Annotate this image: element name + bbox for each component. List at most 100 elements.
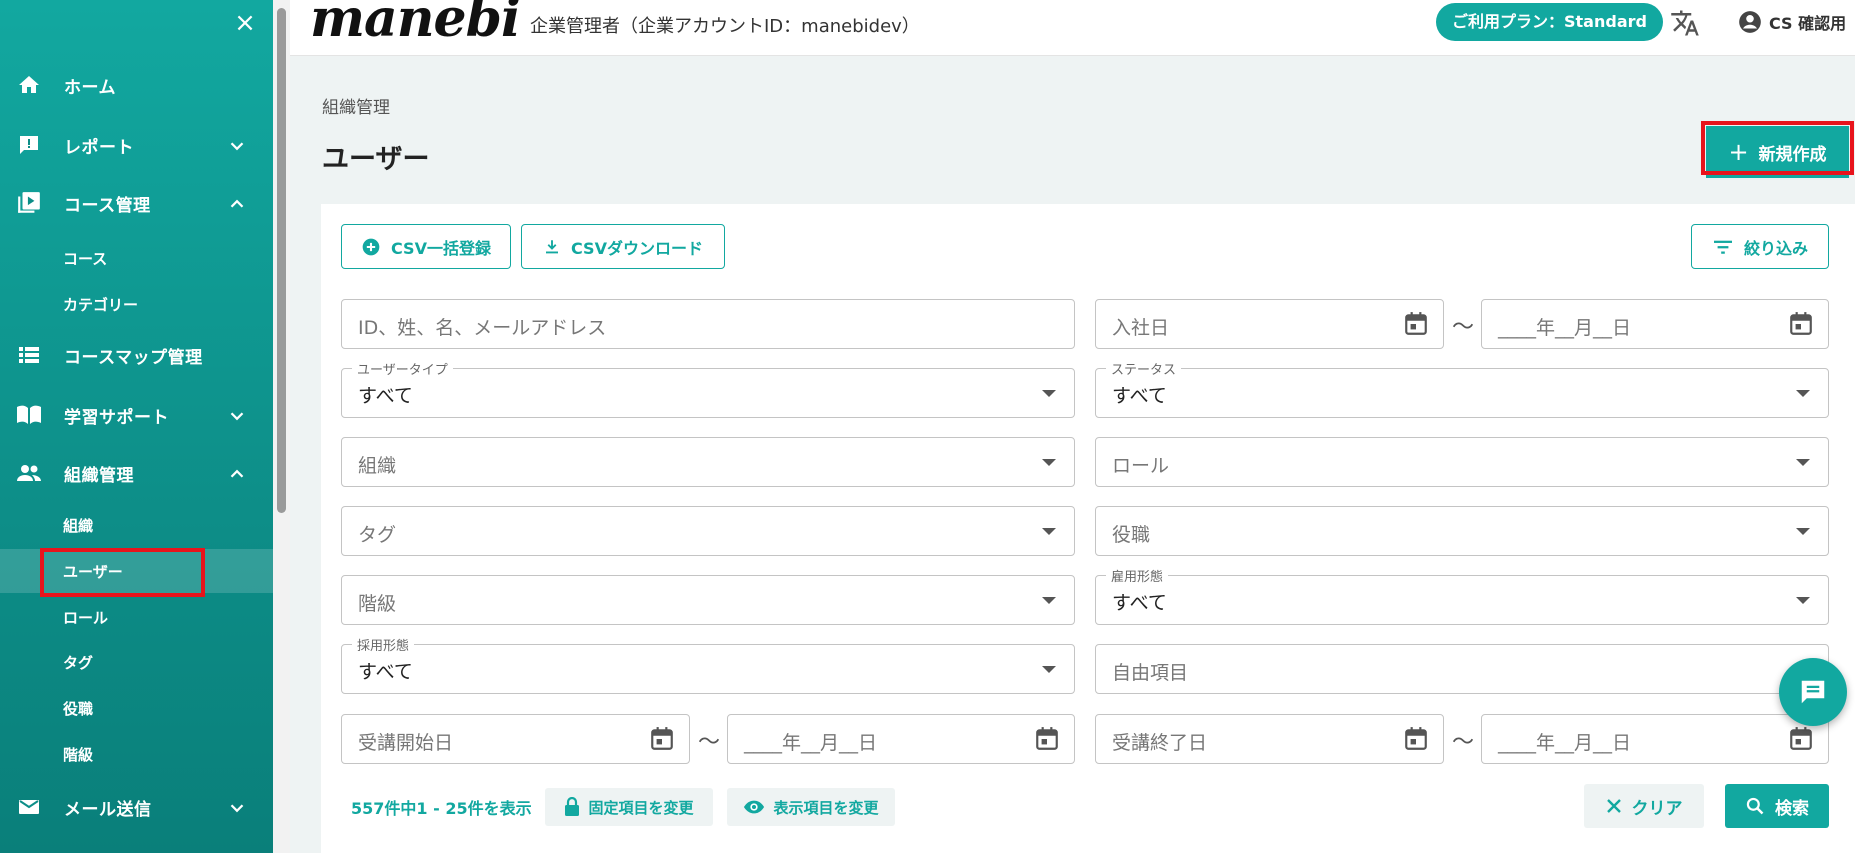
chevron-down-icon xyxy=(230,412,244,421)
role-placeholder: ロール xyxy=(1112,455,1170,477)
hire-date-to-field[interactable]: ____年__月__日 xyxy=(1481,299,1829,349)
account-circle-icon xyxy=(1739,11,1761,33)
calendar-icon[interactable] xyxy=(1034,726,1060,752)
course-end-placeholder: 受講終了日 xyxy=(1112,732,1208,754)
range-tilde: ～ xyxy=(1452,730,1475,755)
rank-select[interactable]: 階級 xyxy=(341,575,1075,625)
sidebar-item-course-management[interactable]: コース管理 xyxy=(0,178,273,228)
sidebar-item-learning-support[interactable]: 学習サポート xyxy=(0,390,273,440)
hire-date-from-field[interactable]: 入社日 xyxy=(1095,299,1444,349)
organization-placeholder: 組織 xyxy=(358,455,397,477)
fixed-columns-label: 固定項目を変更 xyxy=(588,798,694,817)
dropdown-arrow-icon xyxy=(1042,666,1056,673)
chevron-up-icon xyxy=(230,199,244,208)
filter-button[interactable]: 絞り込み xyxy=(1691,224,1829,269)
organization-select[interactable]: 組織 xyxy=(341,437,1075,487)
mail-icon xyxy=(14,794,44,820)
user-type-value: すべて xyxy=(358,385,413,407)
chat-button[interactable] xyxy=(1779,658,1847,726)
csv-download-button[interactable]: CSVダウンロード xyxy=(521,224,725,269)
dropdown-arrow-icon xyxy=(1796,597,1810,604)
chevron-down-icon xyxy=(230,142,244,151)
hire-date-placeholder: 入社日 xyxy=(1112,317,1170,339)
close-icon[interactable]: × xyxy=(230,8,260,38)
dropdown-arrow-icon xyxy=(1796,390,1810,397)
tag-placeholder: タグ xyxy=(358,524,397,546)
sidebar-subitem-category[interactable]: カテゴリー xyxy=(0,282,273,326)
course-end-to-field[interactable]: ____年__月__日 xyxy=(1481,714,1829,764)
sidebar-item-organization[interactable]: 組織管理 xyxy=(0,448,273,498)
fixed-columns-button[interactable]: 固定項目を変更 xyxy=(545,788,713,826)
dropdown-arrow-icon xyxy=(1042,597,1056,604)
sidebar-item-label: レポート xyxy=(64,137,134,158)
translate-icon[interactable] xyxy=(1670,8,1700,38)
course-start-from-field[interactable]: 受講開始日 xyxy=(341,714,690,764)
date-placeholder: ____年__月__日 xyxy=(1498,317,1632,339)
sidebar-item-report[interactable]: レポート xyxy=(0,120,273,170)
employment-type-select[interactable]: 雇用形態 すべて xyxy=(1095,566,1829,625)
rank-placeholder: 階級 xyxy=(358,593,397,615)
chat-icon xyxy=(1801,680,1825,704)
clear-button[interactable]: クリア xyxy=(1584,784,1704,828)
course-start-to-field[interactable]: ____年__月__日 xyxy=(727,714,1075,764)
sidebar-item-home[interactable]: ホーム xyxy=(0,60,273,110)
course-end-from-field[interactable]: 受講終了日 xyxy=(1095,714,1444,764)
dropdown-arrow-icon xyxy=(1042,390,1056,397)
search-button[interactable]: 検索 xyxy=(1725,784,1829,828)
user-type-select[interactable]: ユーザータイプ すべて xyxy=(341,359,1075,418)
sidebar-subitem-user[interactable]: ユーザー xyxy=(0,548,273,597)
sidebar-subitem-tag[interactable]: タグ xyxy=(0,640,273,684)
sidebar-subitem-course[interactable]: コース xyxy=(0,236,273,280)
csv-download-label: CSVダウンロード xyxy=(571,238,703,258)
breadcrumb[interactable]: 組織管理 xyxy=(322,93,390,118)
role-select[interactable]: ロール xyxy=(1095,437,1829,487)
book-icon xyxy=(14,402,44,428)
range-tilde: ～ xyxy=(698,730,721,755)
position-placeholder: 役職 xyxy=(1112,524,1151,546)
tag-select[interactable]: タグ xyxy=(341,506,1075,556)
report-icon xyxy=(14,132,44,158)
sidebar-item-label: コースマップ管理 xyxy=(64,347,203,368)
company-label: 企業管理者（企業アカウントID：manebidev） xyxy=(530,16,920,37)
date-placeholder: ____年__月__日 xyxy=(744,732,878,754)
display-columns-button[interactable]: 表示項目を変更 xyxy=(727,788,895,826)
sidebar-item-course-map[interactable]: コースマップ管理 xyxy=(0,330,273,380)
new-button[interactable]: + 新規作成 xyxy=(1701,121,1854,178)
range-tilde: ～ xyxy=(1452,315,1475,340)
calendar-icon[interactable] xyxy=(1788,726,1814,752)
free-field-input[interactable]: 自由項目 xyxy=(1095,644,1829,694)
sidebar-subitem-org[interactable]: 組織 xyxy=(0,503,273,547)
csv-import-button[interactable]: CSV一括登録 xyxy=(341,224,511,269)
hiring-type-label: 採用形態 xyxy=(352,635,415,654)
calendar-icon[interactable] xyxy=(1403,726,1429,752)
search-input[interactable]: ID、姓、名、メールアドレス xyxy=(341,299,1075,349)
sidebar-item-label: メール送信 xyxy=(64,799,152,820)
chevron-up-icon xyxy=(230,469,244,478)
sidebar-item-label: コース管理 xyxy=(64,195,151,216)
plan-badge[interactable]: ご利用プラン：Standard xyxy=(1436,3,1663,41)
sidebar-item-label: 組織管理 xyxy=(64,465,134,486)
sidebar-subitem-rank[interactable]: 階級 xyxy=(0,732,273,776)
dropdown-arrow-icon xyxy=(1042,459,1056,466)
calendar-icon[interactable] xyxy=(1403,311,1429,337)
hiring-type-select[interactable]: 採用形態 すべて xyxy=(341,635,1075,694)
user-menu[interactable]: CS 確認用 xyxy=(1737,9,1846,35)
calendar-icon[interactable] xyxy=(1788,311,1814,337)
calendar-icon[interactable] xyxy=(649,726,675,752)
employment-type-value: すべて xyxy=(1112,592,1167,614)
sidebar-scrollbar-thumb[interactable] xyxy=(277,8,286,513)
logo[interactable]: manebi xyxy=(310,0,521,49)
sidebar-item-mail[interactable]: メール送信 xyxy=(0,782,273,832)
status-select[interactable]: ステータス すべて xyxy=(1095,359,1829,418)
free-field-placeholder: 自由項目 xyxy=(1112,662,1189,684)
home-icon xyxy=(14,72,44,98)
sidebar-subitem-position[interactable]: 役職 xyxy=(0,686,273,730)
people-icon xyxy=(14,460,44,486)
sidebar-subitem-role[interactable]: ロール xyxy=(0,595,273,639)
sidebar-item-label: 学習サポート xyxy=(64,407,169,428)
position-select[interactable]: 役職 xyxy=(1095,506,1829,556)
hiring-type-value: すべて xyxy=(358,661,413,683)
sidebar-item-label: ホーム xyxy=(64,77,116,98)
search-label: 検索 xyxy=(1775,798,1809,819)
highlight-box xyxy=(1701,121,1854,175)
